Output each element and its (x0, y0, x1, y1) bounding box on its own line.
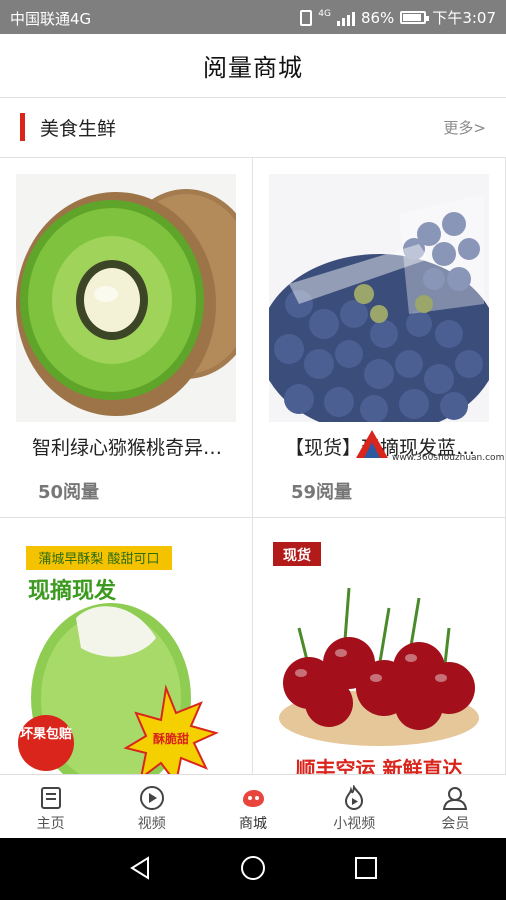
blueberry-image[interactable] (269, 174, 489, 422)
section-accent-bar (20, 113, 25, 141)
product-card[interactable]: 智利绿心猕猴桃奇异… 50阅量 (0, 158, 253, 518)
seal-text: 坏果包赔 (20, 726, 72, 742)
badge-text: 蒲城早酥梨 酸甜可口 (38, 551, 159, 567)
battery-icon (400, 11, 430, 24)
vibrate-icon (300, 9, 313, 26)
product-name[interactable]: 智利绿心猕猴桃奇异… (32, 433, 242, 460)
play-icon (139, 786, 164, 810)
carrier-label: 中国联通4G (10, 10, 92, 28)
kiwi-image[interactable] (16, 174, 236, 422)
tab-short-video[interactable]: 小视频 (304, 775, 405, 838)
product-reads: 59阅量 (291, 482, 353, 503)
pear-image[interactable]: 蒲城早酥梨 酸甜可口 现摘现发 坏果包赔 酥脆甜 (16, 538, 236, 774)
network-type-label: 4G (318, 8, 331, 19)
tab-label: 视频 (137, 816, 166, 832)
recents-icon[interactable] (353, 855, 379, 881)
battery-percent: 86% (360, 8, 395, 27)
slogan-text: 现摘现发 (28, 578, 117, 604)
tab-mall[interactable]: 商城 (202, 775, 303, 838)
watermark-url: www.360shouzhuan.com (392, 453, 505, 463)
product-reads: 50阅量 (38, 482, 100, 503)
tag-text: 现货 (283, 547, 311, 564)
product-grid: 智利绿心猕猴桃奇异… 50阅量 59阅量 蒲城早酥梨 酸甜可口 现摘现发 坏果包… (0, 158, 506, 774)
tab-label: 主页 (36, 816, 65, 832)
tab-label: 商城 (239, 816, 267, 832)
tab-label: 会员 (441, 816, 470, 832)
page-title: 阅量商城 (203, 54, 303, 82)
tab-member[interactable]: 会员 (405, 775, 506, 838)
watermark-logo: www.360shouzhuan.com (352, 428, 504, 468)
back-icon[interactable] (128, 855, 154, 881)
clock: 下午3:07 (432, 9, 496, 27)
tab-label: 小视频 (333, 816, 376, 832)
home-icon (40, 787, 61, 809)
bottom-tab-bar: 主页 视频 商城 小视频 会员 (0, 774, 506, 838)
signal-icon (336, 10, 355, 26)
slogan-text: 顺丰空运 新鲜直达 (296, 757, 463, 774)
burst-text: 酥脆甜 (153, 731, 189, 746)
cherry-image[interactable]: 现货 顺丰空运 新鲜直达 (269, 538, 489, 774)
tab-video[interactable]: 视频 (101, 775, 202, 838)
system-nav-bar (0, 838, 506, 900)
mall-icon (243, 790, 264, 807)
product-card[interactable]: 蒲城早酥梨 酸甜可口 现摘现发 坏果包赔 酥脆甜 (0, 518, 253, 774)
title-bar: 阅量商城 (0, 34, 506, 98)
status-bar: 中国联通4G 4G 86% 下午3:07 (0, 0, 506, 34)
flame-play-icon (345, 785, 364, 811)
section-header: 美食生鲜 更多> (0, 98, 506, 158)
home-button-icon[interactable] (240, 855, 266, 881)
more-link[interactable]: 更多> (443, 117, 486, 138)
watermark-icon (356, 430, 388, 458)
section-title: 美食生鲜 (40, 118, 117, 140)
tab-home[interactable]: 主页 (0, 775, 101, 838)
member-icon (443, 787, 468, 810)
product-card[interactable]: 现货 顺丰空运 新鲜直达 (253, 518, 506, 774)
battery-fill (403, 14, 421, 21)
